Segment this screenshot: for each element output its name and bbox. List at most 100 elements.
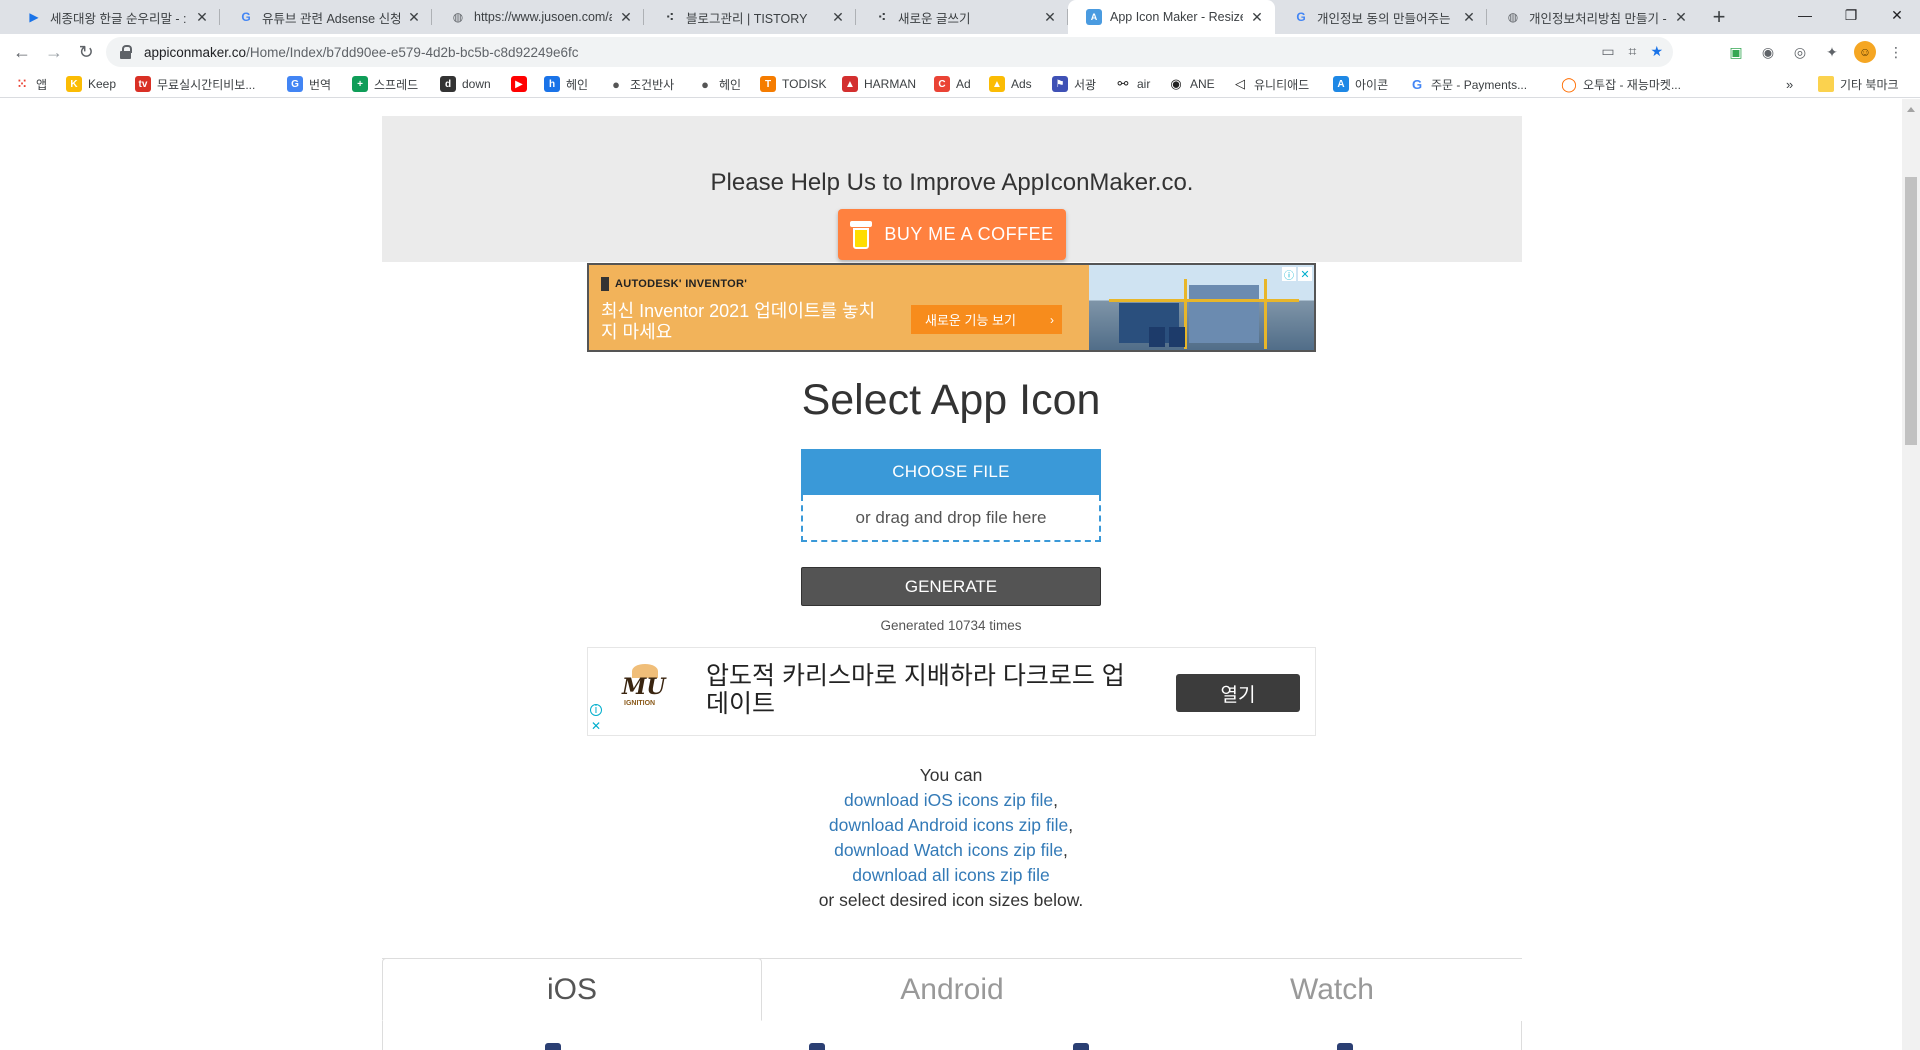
other-bookmarks[interactable]: 기타 북마크: [1818, 75, 1899, 93]
bookmark-item[interactable]: T TODISK: [760, 75, 826, 93]
choose-file-button[interactable]: CHOOSE FILE: [801, 449, 1101, 495]
close-icon[interactable]: ✕: [1042, 9, 1058, 25]
bookmark-item[interactable]: ● 헤인: [697, 75, 741, 93]
mu-logo: MU IGNITION: [616, 664, 674, 720]
platform-tabs: iOS Android Watch: [382, 958, 1522, 1050]
bookmark-item[interactable]: ● 조건반사: [608, 75, 674, 93]
bookmark-item[interactable]: ▲ Ads: [989, 75, 1032, 93]
bookmark-item[interactable]: A 아이콘: [1333, 75, 1388, 93]
close-icon[interactable]: ✕: [1249, 9, 1265, 25]
browser-tab-strip: ▶ 세종대왕 한글 순우리말 - : ✕ G 유튜브 관련 Adsense 신청…: [0, 0, 1920, 34]
bookmark-item[interactable]: h 헤인: [544, 75, 588, 93]
d-icon: d: [440, 76, 456, 92]
reload-icon[interactable]: ↻: [72, 38, 100, 66]
ad-headline: 압도적 카리스마로 지배하라 다크로드 업데이트: [706, 662, 1125, 718]
bookmark-item[interactable]: C Ad: [934, 75, 971, 93]
bookmark-item[interactable]: ▲ HARMAN: [842, 75, 916, 93]
app-icon-preview: [809, 1043, 825, 1050]
bookmark-item[interactable]: ◉ ANE: [1168, 75, 1214, 93]
new-tab-button[interactable]: +: [1707, 4, 1731, 29]
google-icon: G: [241, 10, 251, 24]
todisk-icon: T: [760, 76, 776, 92]
browser-tab[interactable]: G 유튜브 관련 Adsense 신청하 ✕: [220, 0, 432, 34]
download-links: You can download iOS icons zip file, dow…: [0, 763, 1902, 913]
address-bar[interactable]: appiconmaker.co/Home/Index/b7dd90ee-e579…: [106, 37, 1673, 67]
close-icon[interactable]: ✕: [618, 9, 634, 25]
tab-watch[interactable]: Watch: [1142, 958, 1522, 1021]
menu-icon[interactable]: ⋮: [1886, 42, 1906, 62]
flag-icon: ⚑: [1052, 76, 1068, 92]
bookmark-item[interactable]: d down: [440, 75, 491, 93]
browser-tab-active[interactable]: A App Icon Maker - Resize A ✕: [1068, 0, 1275, 34]
buy-coffee-button[interactable]: BUY ME A COFFEE: [838, 209, 1066, 260]
browser-tab[interactable]: ▶ 세종대왕 한글 순우리말 - : ✕: [8, 0, 220, 34]
download-ios-link[interactable]: download iOS icons zip file: [844, 790, 1053, 810]
inventor-ad[interactable]: AUTODESK' INVENTOR' 최신 Inventor 2021 업데이…: [587, 263, 1316, 352]
close-window-icon[interactable]: ✕: [1874, 0, 1920, 30]
bookmark-item[interactable]: + 스프레드: [352, 75, 418, 93]
forward-icon[interactable]: →: [40, 38, 68, 66]
browser-tab[interactable]: G 개인정보 동의 만들어주는 ✕: [1275, 0, 1487, 34]
more-bookmarks-button[interactable]: »: [1786, 75, 1793, 93]
appicon-icon: A: [1086, 9, 1102, 25]
share-icon: ⚯: [1117, 76, 1129, 91]
ad-cta-button[interactable]: 새로운 기능 보기 ›: [911, 305, 1062, 334]
scroll-thumb[interactable]: [1905, 177, 1917, 445]
bookmark-site-icon: h: [544, 76, 560, 92]
download-all-link[interactable]: download all icons zip file: [852, 865, 1049, 885]
bookmark-item[interactable]: K Keep: [66, 75, 116, 93]
puzzle-icon[interactable]: ✦: [1822, 42, 1842, 62]
google-icon: G: [1411, 76, 1423, 92]
close-icon[interactable]: ✕: [830, 9, 846, 25]
browser-toolbar: ← → ↻ appiconmaker.co/Home/Index/b7dd90e…: [0, 34, 1920, 70]
bookmark-item[interactable]: ◁ 유니티애드: [1232, 75, 1309, 93]
generate-button[interactable]: GENERATE: [801, 567, 1101, 606]
close-icon[interactable]: ✕: [194, 9, 210, 25]
bookmark-item[interactable]: ▶: [511, 75, 533, 93]
star-icon[interactable]: ★: [1650, 43, 1663, 60]
tistory-icon: ⁖: [665, 10, 675, 24]
minimize-icon[interactable]: —: [1782, 0, 1828, 30]
tab-ios[interactable]: iOS: [382, 958, 762, 1021]
lock-icon[interactable]: [120, 45, 132, 59]
page-content: Please Help Us to Improve AppIconMaker.c…: [0, 99, 1902, 1050]
browser-tab[interactable]: ⁖ 블로그관리 | TISTORY ✕: [644, 0, 856, 34]
tab-android[interactable]: Android: [762, 958, 1142, 1021]
scroll-up-arrow-icon[interactable]: [1907, 107, 1915, 112]
download-android-link[interactable]: download Android icons zip file: [829, 815, 1068, 835]
extension-icon[interactable]: ◉: [1758, 42, 1778, 62]
ads-icon: ▲: [989, 76, 1005, 92]
bookmark-item[interactable]: G 번역: [287, 75, 331, 93]
bookmark-item[interactable]: G 주문 - Payments...: [1409, 75, 1527, 93]
ad-open-button[interactable]: 열기: [1176, 674, 1300, 712]
ad-headline: 최신 Inventor 2021 업데이트를 놓치지 마세요: [601, 301, 876, 342]
mu-ad[interactable]: MU IGNITION 압도적 카리스마로 지배하라 다크로드 업데이트 열기 …: [587, 647, 1316, 736]
page-scrollbar[interactable]: [1902, 99, 1920, 1050]
extension-tv-icon[interactable]: ▣: [1726, 42, 1746, 62]
browser-tab[interactable]: ⁖ 새로운 글쓰기 ✕: [856, 0, 1068, 34]
ad-close-icon[interactable]: ✕: [590, 719, 602, 733]
cast-icon[interactable]: ▭: [1601, 43, 1614, 60]
translate-icon[interactable]: ⌗: [1629, 43, 1637, 60]
download-watch-link[interactable]: download Watch icons zip file: [834, 840, 1063, 860]
avatar[interactable]: ☺: [1854, 41, 1876, 63]
file-drop-zone[interactable]: or drag and drop file here: [801, 495, 1101, 542]
extension-icon[interactable]: ◎: [1790, 42, 1810, 62]
ad-info-icon[interactable]: i: [590, 704, 602, 716]
bookmark-apps[interactable]: ⁙ 앱: [14, 75, 47, 93]
close-icon[interactable]: ✕: [1673, 9, 1689, 25]
ad-close-icon[interactable]: ✕: [1298, 267, 1312, 281]
harman-icon: ▲: [842, 76, 858, 92]
bookmark-item[interactable]: tv 무료실시간티비보...: [135, 75, 255, 93]
bookmark-item[interactable]: ◯ 오투잡 - 재능마켓...: [1561, 75, 1681, 93]
close-icon[interactable]: ✕: [406, 9, 422, 25]
otwojob-icon: ◯: [1561, 75, 1577, 92]
browser-tab[interactable]: ◍ https://www.jusoen.com/ac ✕: [432, 0, 644, 34]
bookmark-item[interactable]: ⚑ 서광: [1052, 75, 1096, 93]
browser-tab[interactable]: ◍ 개인정보처리방침 만들기 - ✕: [1487, 0, 1699, 34]
bookmark-item[interactable]: ⚯ air: [1115, 75, 1151, 93]
ad-info-icon[interactable]: ⓘ: [1282, 267, 1296, 282]
back-icon[interactable]: ←: [8, 38, 36, 66]
restore-icon[interactable]: ❐: [1828, 0, 1874, 30]
close-icon[interactable]: ✕: [1461, 9, 1477, 25]
